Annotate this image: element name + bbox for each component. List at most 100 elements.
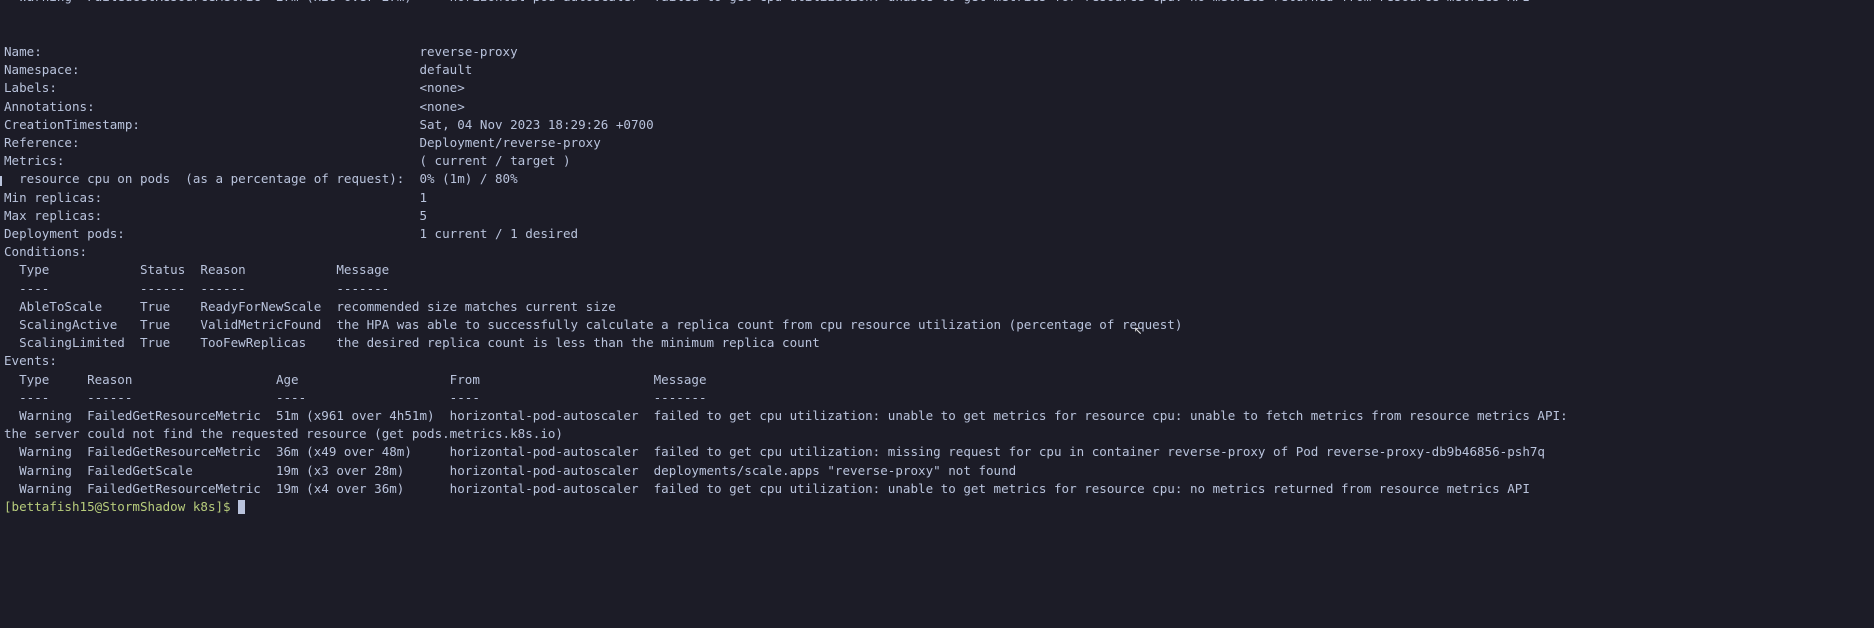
event-message: failed to get cpu utilization: unable to… bbox=[654, 0, 1530, 7]
event-type: Warning bbox=[19, 407, 72, 423]
column-header: Reason bbox=[87, 371, 133, 387]
events-divider: ---- ------ ---- ---- ------- bbox=[4, 389, 1874, 407]
event-row: Warning FailedGetResourceMetric 19m (x4 ov… bbox=[4, 480, 1874, 498]
event-type: Warning bbox=[19, 0, 72, 7]
text-cursor-marker bbox=[0, 176, 2, 186]
field-value: <none> bbox=[419, 80, 465, 96]
events-title: Events: bbox=[4, 352, 1874, 370]
event-from: horizontal-pod-autoscaler bbox=[449, 480, 639, 496]
event-age: 19m (x3 over 28m) bbox=[275, 462, 405, 478]
field-label: Min replicas: bbox=[4, 189, 103, 205]
column-header: Type bbox=[19, 262, 50, 278]
column-divider: ------ bbox=[87, 389, 133, 405]
mouse-pointer-icon: ↖ bbox=[1134, 322, 1143, 338]
field-row: Name: reverse-proxy bbox=[4, 43, 1874, 61]
condition-reason: ReadyForNewScale bbox=[200, 298, 322, 314]
field-value: 1 bbox=[419, 189, 428, 205]
column-header: Age bbox=[275, 371, 299, 387]
event-message: failed to get cpu utilization: unable to… bbox=[653, 407, 1568, 423]
field-value: 0% (1m) / 80% bbox=[419, 171, 518, 187]
event-type: Warning bbox=[19, 444, 72, 460]
condition-reason: TooFewReplicas bbox=[200, 335, 307, 351]
event-age: 36m (x49 over 48m) bbox=[275, 444, 412, 460]
field-label: Deployment pods: bbox=[4, 225, 125, 241]
condition-type: ScalingLimited bbox=[19, 335, 125, 351]
condition-message: recommended size matches current size bbox=[336, 298, 616, 314]
event-age: 51m (x961 over 4h51m) bbox=[275, 407, 435, 423]
column-divider: ------ bbox=[139, 280, 186, 296]
field-label: CreationTimestamp: bbox=[4, 116, 140, 132]
conditions-header: Type Status Reason Message bbox=[4, 261, 1874, 279]
condition-row: AbleToScale True ReadyForNewScale recommend… bbox=[4, 298, 1874, 316]
column-header: Message bbox=[336, 262, 390, 278]
events-header: Type Reason Age From Message bbox=[4, 371, 1874, 389]
event-row: Warning FailedGetResourceMetric 51m (x961 … bbox=[4, 407, 1874, 425]
column-divider: ---- bbox=[19, 389, 50, 405]
field-row: Labels: <none> bbox=[4, 79, 1874, 97]
field-value: reverse-proxy bbox=[419, 43, 518, 59]
terminal-output[interactable]: Warning FailedGetResourceMetric 27m (x26 o… bbox=[4, 0, 1874, 628]
field-value: 1 current / 1 desired bbox=[419, 225, 579, 241]
condition-reason: ValidMetricFound bbox=[200, 316, 322, 332]
event-age: 19m (x4 over 36m) bbox=[275, 480, 405, 496]
event-from: horizontal-pod-autoscaler bbox=[449, 407, 639, 423]
event-row: Warning FailedGetScale 19m (x3 over 28m) ho… bbox=[4, 462, 1874, 480]
field-label: Name: bbox=[4, 43, 42, 59]
event-reason: FailedGetResourceMetric bbox=[87, 0, 261, 7]
condition-row: ScalingLimited True TooFewReplicas the desi… bbox=[4, 334, 1874, 352]
field-label: Annotations: bbox=[4, 98, 95, 114]
field-value: 5 bbox=[419, 207, 428, 223]
condition-status: True bbox=[139, 335, 171, 351]
event-type: Warning bbox=[19, 480, 72, 496]
conditions-divider: ---- ------ ------ ------- bbox=[4, 280, 1874, 298]
field-row: Reference: Deployment/reverse-proxy bbox=[4, 134, 1874, 152]
event-row-previous: Warning FailedGetResourceMetric 27m (x26 o… bbox=[4, 0, 1874, 7]
column-divider: ------- bbox=[336, 280, 390, 296]
field-label: Namespace: bbox=[4, 62, 80, 78]
field-row: Namespace: default bbox=[4, 61, 1874, 79]
section-title: Conditions: bbox=[4, 244, 88, 260]
field-row: CreationTimestamp: Sat, 04 Nov 2023 18:29… bbox=[4, 116, 1874, 134]
condition-row: ScalingActive True ValidMetricFound the HPA… bbox=[4, 316, 1874, 334]
event-reason: FailedGetScale bbox=[87, 462, 193, 478]
column-header: Message bbox=[653, 371, 707, 387]
field-value: Sat, 04 Nov 2023 18:29:26 +0700 bbox=[419, 116, 654, 132]
event-type: Warning bbox=[19, 462, 72, 478]
field-label: Max replicas: bbox=[4, 207, 103, 223]
event-from: horizontal-pod-autoscaler bbox=[449, 462, 639, 478]
event-message: the server could not find the requested … bbox=[4, 426, 563, 442]
column-header: Type bbox=[19, 371, 50, 387]
field-row: resource cpu on pods (as a percentage of… bbox=[4, 170, 1874, 188]
column-divider: ------ bbox=[200, 280, 246, 296]
field-value: Deployment/reverse-proxy bbox=[419, 134, 601, 150]
condition-status: True bbox=[139, 298, 171, 314]
event-reason: FailedGetResourceMetric bbox=[87, 480, 261, 496]
field-label: Reference: bbox=[4, 134, 80, 150]
field-value: <none> bbox=[419, 98, 465, 114]
event-age: 27m (x26 over 27m) bbox=[276, 0, 412, 7]
condition-message: the HPA was able to successfully calcula… bbox=[336, 316, 1183, 332]
column-divider: ---- bbox=[449, 389, 480, 405]
field-row: Min replicas: 1 bbox=[4, 189, 1874, 207]
field-value: default bbox=[419, 62, 473, 78]
column-divider: ------- bbox=[653, 389, 707, 405]
column-header: Status bbox=[139, 262, 186, 278]
shell-prompt: [bettafish15@StormShadow k8s]$ bbox=[4, 498, 231, 514]
condition-message: the desired replica count is less than t… bbox=[336, 335, 820, 351]
terminal-cursor bbox=[238, 499, 246, 514]
field-row: Annotations: <none> bbox=[4, 98, 1874, 116]
condition-type: AbleToScale bbox=[19, 298, 103, 314]
column-header: Reason bbox=[200, 262, 246, 278]
column-divider: ---- bbox=[19, 280, 50, 296]
event-message-continuation: the server could not find the requested … bbox=[4, 425, 1874, 443]
shell-prompt-line: [bettafish15@StormShadow k8s]$ bbox=[4, 498, 1874, 516]
column-divider: ---- bbox=[275, 389, 307, 405]
field-row: Metrics: ( current / target ) bbox=[4, 152, 1874, 170]
event-message: failed to get cpu utilization: unable to… bbox=[653, 480, 1530, 496]
condition-status: True bbox=[139, 316, 171, 332]
event-reason: FailedGetResourceMetric bbox=[87, 444, 261, 460]
section-title: Events: bbox=[4, 353, 57, 369]
event-message: deployments/scale.apps "reverse-proxy" n… bbox=[653, 462, 1017, 478]
event-from: horizontal-pod-autoscaler bbox=[449, 444, 639, 460]
field-row: Max replicas: 5 bbox=[4, 207, 1874, 225]
